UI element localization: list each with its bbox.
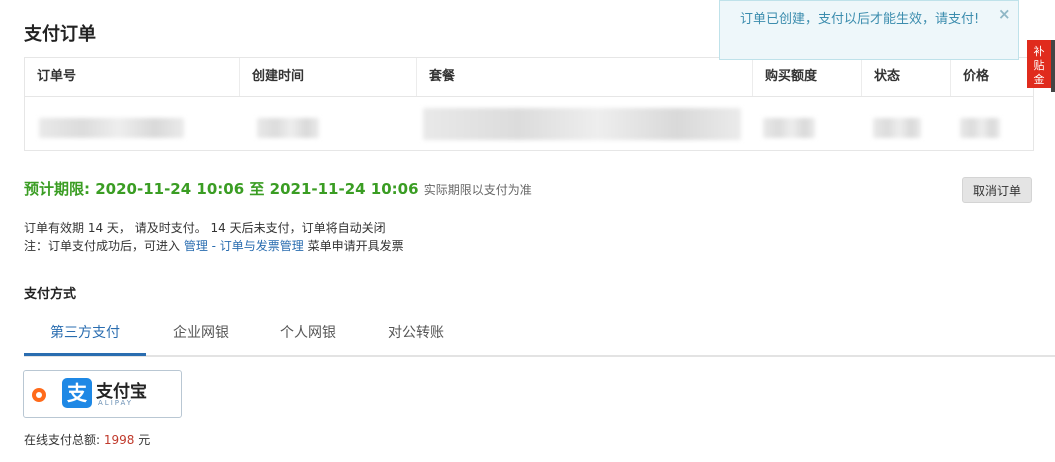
period-end: 2021-11-24 10:06 [269,180,419,198]
tab-bank-transfer[interactable]: 对公转账 [360,316,472,353]
payment-tabs: 第三方支付 企业网银 个人网银 对公转账 [24,316,1055,357]
subsidy-badge[interactable]: 补 贴 金 [1027,40,1051,88]
period-start: 2020-11-24 10:06 [95,180,245,198]
order-table-header: 订单号 创建时间 套餐 购买额度 状态 价格 [25,58,1033,97]
period-label: 预计期限: [24,180,90,198]
total-label: 在线支付总额: [24,433,101,447]
close-icon[interactable]: × [998,5,1011,23]
radio-selected[interactable] [32,388,46,402]
period-note: 实际期限以支付为准 [423,183,532,197]
invoice-note: 注：订单支付成功后，可进入 管理 - 订单与发票管理 菜单申请开具发票 [24,237,404,254]
alipay-option[interactable]: 支 支付宝 ALIPAY [23,370,182,418]
column-quota: 购买额度 [753,58,862,96]
page-title: 支付订单 [24,24,96,45]
tab-third-party[interactable]: 第三方支付 [24,316,146,356]
total-amount: 1998 [103,433,135,447]
total-unit: 元 [138,433,151,447]
redacted-status [873,118,921,138]
redacted-price [960,118,1000,138]
period-to: 至 [249,180,265,198]
expected-period: 预计期限: 2020-11-24 10:06 至 2021-11-24 10:0… [24,178,532,199]
column-status: 状态 [862,58,951,96]
invoice-note-prefix: 注：订单支付成功后，可进入 [24,239,181,253]
tab-personal-bank[interactable]: 个人网银 [256,316,360,353]
validity-note: 订单有效期 14 天， 请及时支付。 14 天后未支付，订单将自动关闭 [24,221,386,235]
invoice-note-suffix: 菜单申请开具发票 [307,239,404,253]
column-created-time: 创建时间 [240,58,417,96]
column-package: 套餐 [417,58,753,96]
alipay-subtitle: ALIPAY [98,399,134,407]
redacted-order-no [39,118,184,138]
tab-corporate-bank[interactable]: 企业网银 [146,316,256,353]
payment-method-title: 支付方式 [24,287,77,302]
toast-message: 订单已创建，支付以后才能生效，请支付! [740,12,980,27]
subsidy-badge-text: 补 贴 金 [1033,45,1045,86]
redacted-package [423,108,741,140]
column-order-no: 订单号 [25,58,240,96]
redacted-quota [763,118,815,138]
order-created-toast: 订单已创建，支付以后才能生效，请支付! × [719,0,1019,60]
redacted-created-time [257,118,319,138]
order-table: 订单号 创建时间 套餐 购买额度 状态 价格 [24,57,1034,151]
alipay-logo: 支 [62,378,92,408]
invoice-management-link[interactable]: 管理 - 订单与发票管理 [184,239,304,253]
column-price: 价格 [963,69,990,84]
cancel-order-button[interactable]: 取消订单 [962,177,1032,203]
online-payment-total: 在线支付总额: 1998 元 [24,431,150,448]
side-edge-bar [1051,40,1055,92]
